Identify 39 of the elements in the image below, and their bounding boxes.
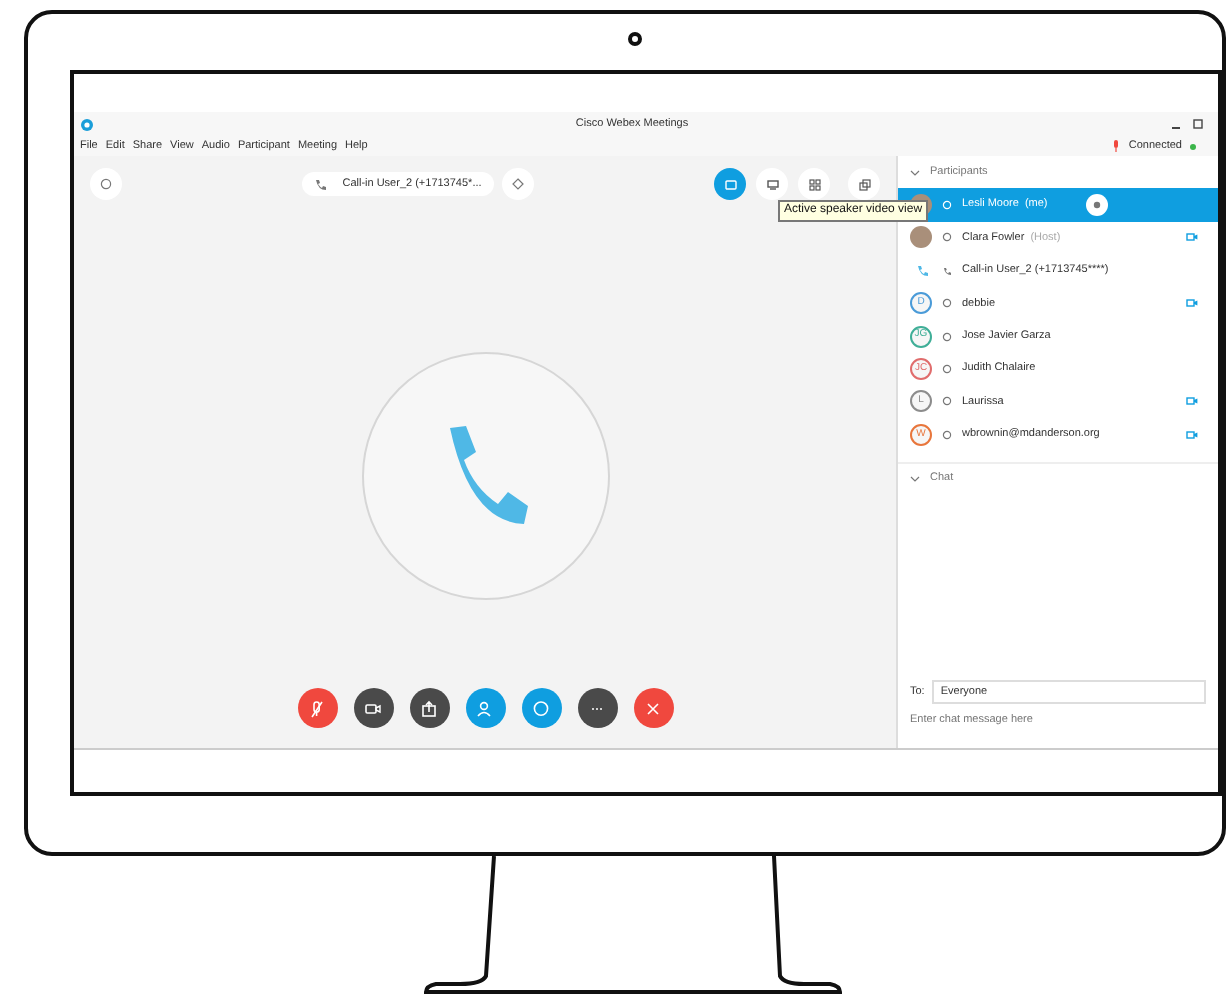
speaker-view-icon — [723, 177, 737, 191]
mic-button[interactable] — [297, 688, 337, 728]
webex-logo-icon — [80, 117, 94, 131]
chevron-icon — [910, 167, 920, 178]
share-icon — [420, 699, 438, 717]
video-camera-icon — [1186, 396, 1198, 407]
video-camera-icon — [1186, 298, 1198, 309]
phone-icon — [942, 265, 952, 276]
leave-button[interactable] — [633, 688, 673, 728]
video-icon — [364, 699, 382, 717]
people-button[interactable] — [465, 688, 505, 728]
view-button[interactable] — [798, 168, 830, 200]
video-camera-icon — [1186, 232, 1198, 243]
video-camera-icon — [1186, 429, 1198, 440]
pin-button[interactable] — [501, 168, 534, 200]
more-button[interactable] — [577, 688, 617, 728]
leave-icon — [644, 699, 662, 717]
chevron-icon — [910, 473, 920, 484]
view-button[interactable] — [756, 168, 788, 200]
microphone-icon — [1112, 140, 1121, 152]
grid-view-icon — [765, 177, 779, 191]
share-button[interactable] — [409, 688, 449, 728]
circle-icon — [100, 178, 112, 190]
people-icon — [476, 699, 494, 717]
view-button[interactable] — [848, 168, 880, 200]
view-button[interactable] — [714, 168, 746, 200]
pin-icon — [511, 178, 524, 190]
avatar-photo-placeholder — [910, 226, 932, 249]
maximize-icon[interactable] — [1192, 118, 1204, 130]
video-button[interactable] — [353, 688, 393, 728]
phone-icon — [314, 178, 327, 190]
popout-view-icon — [857, 177, 871, 191]
chat-icon — [532, 699, 550, 717]
mic-icon — [308, 699, 326, 717]
chat-button[interactable] — [521, 688, 561, 728]
info-button[interactable] — [90, 168, 122, 200]
camera-icon — [628, 32, 642, 46]
status-dot-icon — [1190, 143, 1196, 149]
thumbs-view-icon — [807, 177, 821, 191]
